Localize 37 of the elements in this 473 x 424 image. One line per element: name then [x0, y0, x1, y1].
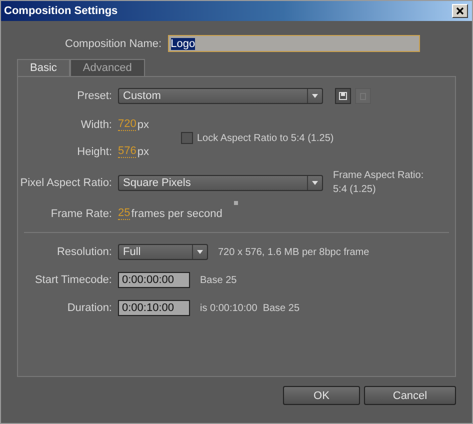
field-label: Start Timecode:: [34, 274, 112, 286]
field-label: Composition Name:: [65, 38, 162, 50]
start-timecode-field[interactable]: 0:00:00:00: [118, 272, 190, 288]
ok-button[interactable]: OK: [283, 386, 360, 405]
tab[interactable]: Basic: [17, 59, 70, 76]
frame-aspect-value: 5:4 (1.25): [333, 184, 377, 195]
width-value[interactable]: 720: [118, 118, 136, 131]
resize-handle[interactable]: [234, 201, 238, 205]
frame-rate-value[interactable]: 25: [118, 207, 130, 220]
unit-label: px: [137, 146, 149, 158]
field-label: Frame Rate:: [50, 208, 112, 220]
tab[interactable]: Advanced: [70, 59, 145, 76]
field-label: Preset:: [76, 90, 112, 102]
timecode-note: Base 25: [200, 274, 237, 286]
field-label: Height:: [76, 146, 112, 158]
composition-name-field[interactable]: Logo: [168, 35, 420, 52]
lock-checkbox[interactable]: [180, 132, 193, 144]
preset-dropdown[interactable]: Custom: [118, 88, 323, 104]
height-value[interactable]: 576: [118, 145, 136, 158]
duration-field[interactable]: 0:00:10:00: [118, 300, 190, 316]
close-icon: [456, 7, 464, 15]
resolution-dropdown[interactable]: Full: [118, 244, 208, 260]
duration-note: is 0:00:10:00 Base 25: [200, 302, 300, 314]
checkbox-label: Lock Aspect Ratio to 5:4 (1.25): [196, 132, 334, 144]
field-label: Duration:: [66, 302, 112, 314]
frame-aspect-label: Frame Aspect Ratio:: [333, 170, 424, 181]
unit-label: frames per second: [131, 208, 222, 220]
field-label: Width:: [80, 118, 112, 130]
window-title: Composition Settings: [4, 5, 118, 17]
cancel-button[interactable]: Cancel: [364, 386, 456, 405]
field-label: Pixel Aspect Ratio:: [19, 176, 112, 188]
field-label: Resolution:: [56, 246, 112, 258]
pixel-aspect-dropdown[interactable]: Square Pixels: [118, 174, 323, 190]
resolution-info: 720 x 576, 1.6 MB per 8bpc frame: [218, 246, 370, 258]
close-button[interactable]: [452, 4, 468, 18]
unit-label: px: [137, 118, 149, 130]
save-icon[interactable]: [335, 88, 351, 104]
